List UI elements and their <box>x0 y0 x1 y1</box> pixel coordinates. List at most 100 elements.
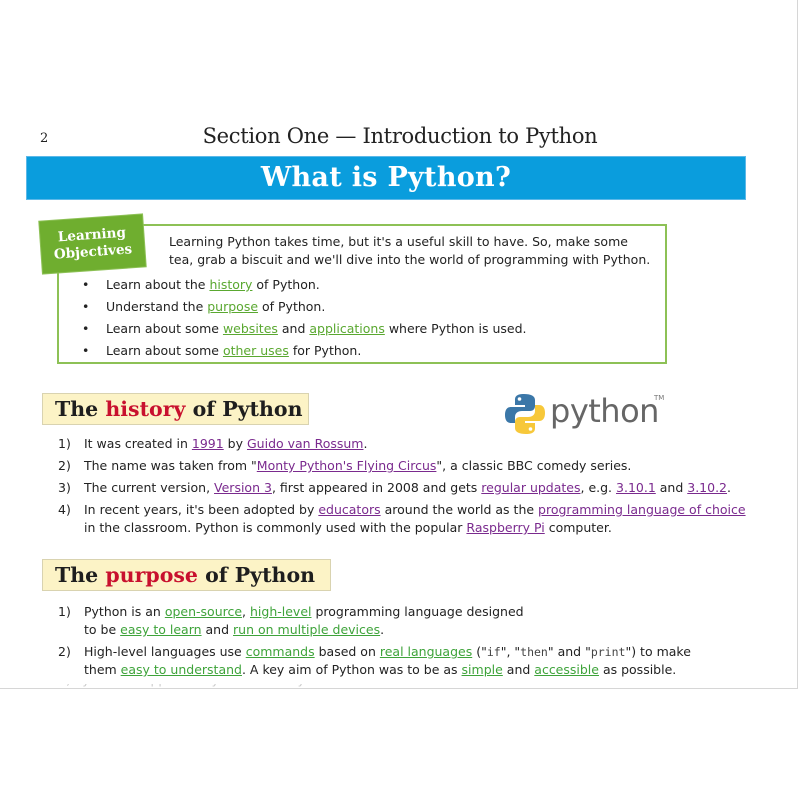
link-accessible[interactable]: accessible <box>534 662 599 677</box>
trademark-mark: TM <box>654 394 665 402</box>
link-1991[interactable]: 1991 <box>192 436 224 451</box>
text: computer. <box>544 520 612 535</box>
link-guido[interactable]: Guido van Rossum <box>247 436 364 451</box>
text: The <box>55 397 106 421</box>
text: and <box>201 622 234 637</box>
item-number: 2) <box>58 458 71 473</box>
code-print: print <box>590 645 626 659</box>
python-wordmark: python <box>550 392 659 430</box>
page-title-bar: What is Python? <box>26 156 746 200</box>
objective-item: • Learn about some other uses for Python. <box>82 340 526 362</box>
text: ", " <box>500 644 521 659</box>
text: of Python. <box>252 277 320 292</box>
link-easy-to-understand[interactable]: easy to understand <box>121 662 242 677</box>
learning-objectives-intro: Learning Python takes time, but it's a u… <box>169 233 669 269</box>
text: (" <box>472 644 487 659</box>
text: and <box>277 321 310 336</box>
history-item: 3) The current version, Version 3, first … <box>58 479 758 497</box>
link-websites[interactable]: websites <box>223 321 278 336</box>
text: and <box>502 662 535 677</box>
textbook-page: 2 Section One — Introduction to Python W… <box>0 0 798 689</box>
link-monty-python[interactable]: Monty Python's Flying Circus <box>257 458 437 473</box>
text: Learn about some <box>106 343 223 358</box>
text: Python is an <box>84 604 165 619</box>
link-version-3[interactable]: Version 3 <box>214 480 272 495</box>
learning-objectives-tag: Learning Objectives <box>39 214 146 274</box>
link-regular-updates[interactable]: regular updates <box>481 480 580 495</box>
history-item: 2) The name was taken from "Monty Python'… <box>58 457 758 475</box>
link-3-10-1[interactable]: 3.10.1 <box>616 480 656 495</box>
text: by <box>223 436 247 451</box>
text: " and " <box>547 644 591 659</box>
history-heading-box: The history of Python <box>42 393 309 425</box>
text: . <box>727 480 731 495</box>
purpose-item: 2) High-level languages use commands base… <box>58 643 758 679</box>
link-purpose[interactable]: purpose <box>207 299 258 314</box>
intro-line: tea, grab a biscuit and we'll dive into … <box>169 252 651 267</box>
item-number: 4) <box>58 502 71 517</box>
objective-item: • Understand the purpose of Python. <box>82 296 526 318</box>
link-real-languages[interactable]: real languages <box>380 644 472 659</box>
link-other-uses[interactable]: other uses <box>223 343 289 358</box>
link-open-source[interactable]: open-source <box>165 604 242 619</box>
item-number: 1) <box>58 604 71 619</box>
text: . <box>363 436 368 451</box>
objectives-list: • Learn about the history of Python. • Und… <box>82 274 526 362</box>
link-easy-to-learn[interactable]: easy to learn <box>120 622 201 637</box>
text: where Python is used. <box>384 321 527 336</box>
link-educators[interactable]: educators <box>318 502 380 517</box>
text: to be <box>84 622 121 637</box>
text: programming language designed <box>311 604 524 619</box>
objective-item: • Learn about the history of Python. <box>82 274 526 296</box>
text: of Python <box>197 563 316 587</box>
text: and <box>655 480 688 495</box>
bullet-icon: • <box>82 321 90 336</box>
text: . A key aim of Python was to be as <box>241 662 462 677</box>
link-language-of-choice[interactable]: programming language of choice <box>538 502 746 517</box>
code-if: if <box>486 645 501 659</box>
text: based on <box>314 644 380 659</box>
link-3-10-2[interactable]: 3.10.2 <box>687 480 727 495</box>
history-heading: The history of Python <box>55 394 302 425</box>
link-applications[interactable]: applications <box>309 321 384 336</box>
heading-highlight: history <box>105 397 186 421</box>
purpose-list: 1) Python is an open-source, high-level p… <box>58 603 758 683</box>
text: The name was taken from " <box>84 458 257 473</box>
objective-item: • Learn about some websites and applicati… <box>82 318 526 340</box>
purpose-item: 1) Python is an open-source, high-level p… <box>58 603 758 639</box>
link-commands[interactable]: commands <box>246 644 315 659</box>
item-number: 1) <box>58 436 71 451</box>
purpose-heading-box: The purpose of Python <box>42 559 331 591</box>
text: , <box>242 604 250 619</box>
history-list: 1) It was created in 1991 by Guido van Ro… <box>58 435 758 541</box>
text: , e.g. <box>580 480 617 495</box>
link-multiple-devices[interactable]: run on multiple devices <box>233 622 380 637</box>
text: Learn about the <box>106 277 210 292</box>
text: . <box>380 622 385 637</box>
text: Understand the <box>106 299 208 314</box>
history-item: 4) In recent years, it's been adopted by … <box>58 501 758 537</box>
item-number: 2) <box>58 644 71 659</box>
text: them <box>84 662 121 677</box>
text: in the classroom. Python is commonly use… <box>84 520 467 535</box>
history-item: 1) It was created in 1991 by Guido van Ro… <box>58 435 758 453</box>
text: ") to make <box>625 644 691 659</box>
text: of Python <box>185 397 303 421</box>
text: The <box>55 563 106 587</box>
bullet-icon: • <box>82 343 90 358</box>
link-simple[interactable]: simple <box>462 662 503 677</box>
bullet-icon: • <box>82 277 90 292</box>
text: The current version, <box>84 480 215 495</box>
text: It was created in <box>84 436 192 451</box>
link-high-level[interactable]: high-level <box>250 604 312 619</box>
text: Learn about some <box>106 321 223 336</box>
bullet-icon: • <box>82 299 90 314</box>
link-history[interactable]: history <box>209 277 252 292</box>
link-raspberry-pi[interactable]: Raspberry Pi <box>466 520 544 535</box>
text: as possible. <box>598 662 677 677</box>
text: In recent years, it's been adopted by <box>84 502 319 517</box>
section-title: Section One — Introduction to Python <box>202 124 598 148</box>
python-logo: python TM <box>504 390 664 438</box>
text: ", a classic BBC comedy series. <box>436 458 632 473</box>
cut-off-text-line: 3) Python is supported by a community of… <box>58 684 738 688</box>
